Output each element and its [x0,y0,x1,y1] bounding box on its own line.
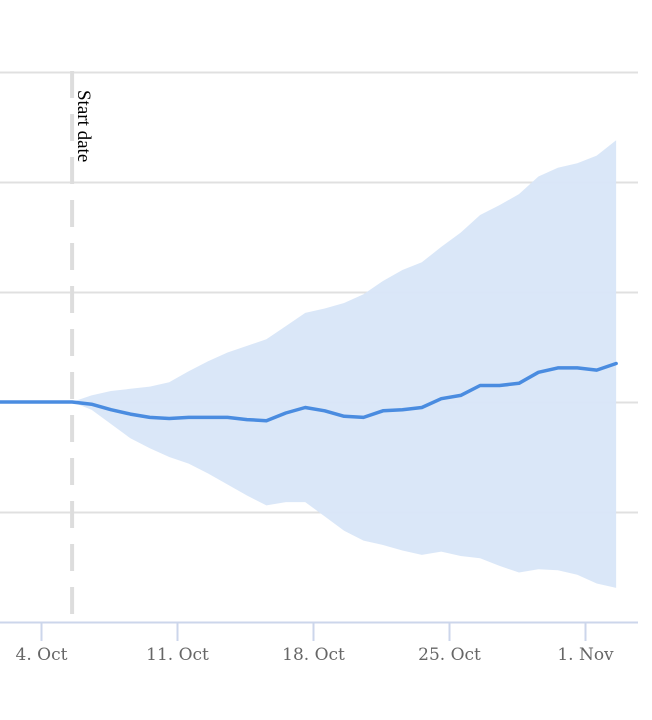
start-date-label: Start date [73,90,94,162]
x-tick-label: 1. Nov [557,645,614,665]
confidence-band [72,140,617,588]
forecast-chart: Start date 4. Oct 11. Oct 18. Oct 25. Oct 1.… [0,71,638,665]
x-axis: 4. Oct 11. Oct 18. Oct 25. Oct 1. Nov [0,621,638,665]
x-tick-label: 18. Oct [282,645,345,665]
x-tick-label: 4. Oct [16,645,68,665]
start-date-plotline: Start date [70,71,94,622]
confidence-band-group [72,140,617,588]
x-tick-label: 11. Oct [146,645,209,665]
x-tick-label: 25. Oct [418,645,481,665]
